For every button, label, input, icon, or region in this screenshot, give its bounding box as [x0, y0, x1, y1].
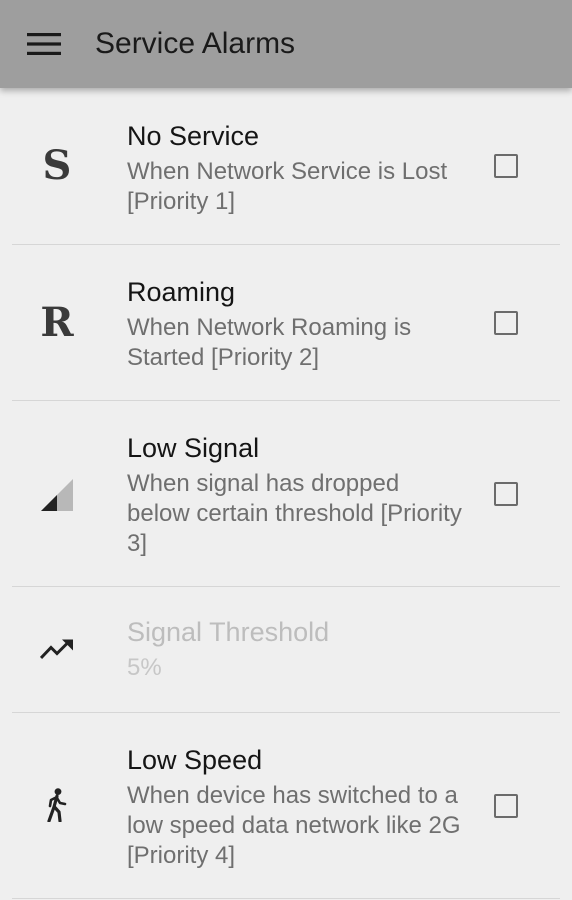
letter-r-icon: R — [40, 299, 74, 346]
alarm-description: When Network Service is Lost [Priority 1… — [127, 158, 448, 215]
walking-person-icon — [22, 785, 92, 825]
threshold-title: Signal Threshold — [127, 617, 330, 647]
alarm-title: Roaming — [127, 277, 236, 307]
alarm-description: When device has switched to a low speed … — [127, 782, 461, 869]
divider — [12, 898, 560, 899]
alarm-title: No Service — [127, 121, 260, 151]
alarm-row-low-signal[interactable]: Low Signal When signal has dropped below… — [0, 401, 572, 587]
alarm-title: Low Speed — [127, 745, 263, 775]
threshold-value: 5% — [127, 654, 162, 681]
no-service-checkbox[interactable] — [494, 154, 518, 178]
alarm-row-low-speed[interactable]: Low Speed When device has switched to a … — [0, 713, 572, 899]
app-bar: Service Alarms — [0, 0, 572, 88]
signal-threshold-row[interactable]: Signal Threshold 5% — [0, 587, 572, 713]
alarm-text: No Service When Network Service is Lost … — [127, 120, 467, 217]
page-title: Service Alarms — [95, 27, 296, 60]
letter-s-icon: S — [42, 142, 72, 189]
alarm-row-no-service[interactable]: S No Service When Network Service is Los… — [0, 88, 572, 245]
alarm-list: S No Service When Network Service is Los… — [0, 88, 572, 899]
alarm-description: When signal has dropped below certain th… — [127, 470, 462, 557]
alarm-title: Low Signal — [127, 433, 260, 463]
alarm-text: Roaming When Network Roaming is Started … — [127, 276, 467, 373]
low-speed-checkbox[interactable] — [494, 794, 518, 818]
threshold-text: Signal Threshold 5% — [127, 616, 467, 683]
menu-button[interactable] — [18, 24, 70, 64]
alarm-text: Low Speed When device has switched to a … — [127, 744, 467, 871]
signal-strength-icon — [22, 475, 92, 515]
hamburger-menu-icon — [27, 33, 61, 55]
trending-up-icon — [22, 629, 92, 669]
low-signal-checkbox[interactable] — [494, 482, 518, 506]
alarm-text: Low Signal When signal has dropped below… — [127, 432, 467, 559]
alarm-description: When Network Roaming is Started [Priorit… — [127, 314, 412, 371]
alarm-row-roaming[interactable]: R Roaming When Network Roaming is Starte… — [0, 245, 572, 401]
roaming-checkbox[interactable] — [494, 311, 518, 335]
